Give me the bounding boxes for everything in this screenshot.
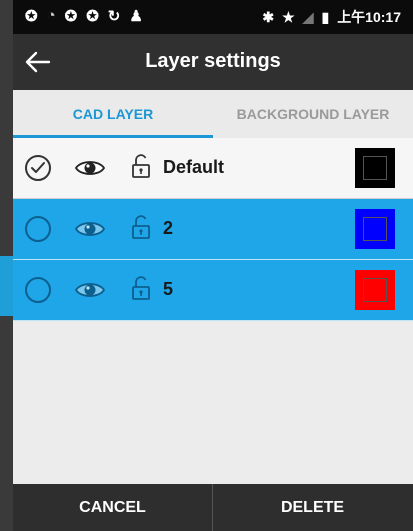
battery-icon: ▮ [321,8,330,25]
layer-color-swatch[interactable] [355,148,395,188]
layer-row-2[interactable]: 2 [13,199,413,260]
eye-icon[interactable] [75,219,105,239]
layer-tabs: CAD LAYER BACKGROUND LAYER [13,90,413,139]
eye-icon[interactable] [75,280,105,300]
refresh-icon: ↻ [107,8,121,25]
bluetooth-icon: ✱ [262,8,275,25]
layer-checkbox[interactable] [25,155,51,181]
swatch-inner [363,156,387,180]
tab-cad-layer[interactable]: CAD LAYER [13,90,213,138]
cancel-button[interactable]: CANCEL [13,484,212,531]
layer-name: Default [163,157,225,177]
status-notification-icons: ✪ ◔ ✪ ✪ ↻ ♟ [25,7,143,25]
sync-icon: ✪ [25,8,38,25]
eye-icon[interactable] [75,158,105,178]
app-bar: Layer settings [13,34,413,90]
background-app-strip [0,0,13,531]
android-icon: ♟ [129,8,143,25]
layer-settings-screen: ✪ ◔ ✪ ✪ ↻ ♟ ✱ ★ ◢ ▮ 上午10:17 Layer settin… [13,0,413,531]
sync-icon: ✪ [64,8,78,25]
layer-checkbox[interactable] [25,277,51,303]
swatch-inner [363,278,387,302]
layer-name: 2 [163,218,174,238]
unlock-icon[interactable] [131,276,151,300]
layer-row-default[interactable]: Default [13,138,413,199]
unlock-icon[interactable] [131,154,151,178]
layer-row-5[interactable]: 5 [13,260,413,321]
swatch-inner [363,217,387,241]
layer-color-swatch[interactable] [355,209,395,249]
layer-checkbox[interactable] [25,216,51,242]
status-time: 上午10:17 [337,9,401,25]
bottom-action-bar: CANCEL DELETE [13,484,413,531]
page-title: Layer settings [145,50,281,72]
check-icon [31,162,45,173]
background-highlight [0,256,13,316]
wifi-icon: ◔ [46,7,56,24]
sync-icon: ✪ [86,8,99,25]
status-bar: ✪ ◔ ✪ ✪ ↻ ♟ ✱ ★ ◢ ▮ 上午10:17 [13,0,413,34]
layer-name: 5 [163,279,174,299]
star-icon: ★ [282,8,295,25]
layer-list: Default 2 5 [13,138,413,321]
layer-color-swatch[interactable] [355,270,395,310]
delete-button[interactable]: DELETE [213,484,412,531]
no-signal-icon: ◢ [302,8,314,25]
status-system-icons: ✱ ★ ◢ ▮ 上午10:17 [262,7,401,27]
unlock-icon[interactable] [131,215,151,239]
tab-background-layer[interactable]: BACKGROUND LAYER [213,90,413,138]
